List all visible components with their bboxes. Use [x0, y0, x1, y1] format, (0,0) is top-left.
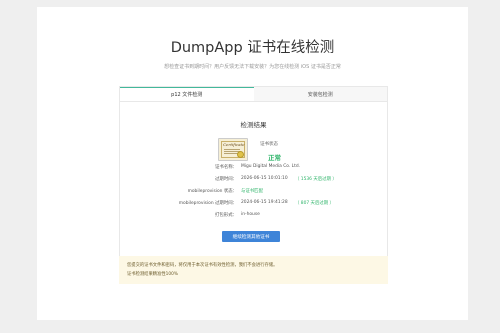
field-label-mp-status: mobileprovision 状态： — [187, 189, 237, 194]
tab-package-check[interactable]: 安装包检测 — [253, 87, 387, 101]
field-label-expiry: 过期时间： — [215, 177, 237, 182]
notice-line-2: 证书检测结果精准性100% — [127, 272, 178, 277]
field-value-package-type: in-house — [241, 212, 260, 217]
field-value-expiry: 2026-06-15 10:01:10 — [241, 176, 288, 181]
field-value-cert-name: Migu Digital Media Co. Ltd. — [241, 164, 301, 169]
field-extra-mp-status: 与证书匹配 — [241, 189, 263, 194]
result-panel: 检测结果 Certificate 证书状态 正常 证书名称： Migu Digi… — [119, 101, 388, 281]
page-subtitle: 想检查证书到期时间？用户反馈无法下载安装？为您在线检测 iOS 证书是否正常 — [164, 64, 341, 70]
field-value-mp-expiry: 2024-06-15 19:41:28 — [241, 200, 288, 205]
certificate-icon: Certificate — [218, 138, 248, 161]
field-label-mp-expiry: mobileprovision 过期时间： — [178, 201, 237, 206]
page-title: DumpApp 证书在线检测 — [170, 40, 335, 56]
notice-line-1: 您提交的证书文件和密码，将仅用于本次证书有效性检测，我们不会进行存储。 — [127, 263, 278, 268]
field-label-cert-name: 证书名称： — [215, 165, 237, 170]
field-extra-mp-expiry: （ 807 天后过期 ） — [295, 201, 334, 206]
field-label-package-type: 打包形式： — [215, 213, 237, 218]
check-other-cert-button[interactable]: 继续检测其他证书 — [222, 231, 280, 242]
status-label: 证书状态 — [260, 142, 278, 147]
main-card: DumpApp 证书在线检测 想检查证书到期时间？用户反馈无法下载安装？为您在线… — [37, 7, 468, 320]
tab-p12-check[interactable]: p12 文件检测 — [120, 87, 254, 101]
privacy-notice: 您提交的证书文件和密码，将仅用于本次证书有效性检测，我们不会进行存储。 证书检测… — [119, 256, 388, 284]
tab-bar: p12 文件检测 安装包检测 — [119, 86, 388, 101]
status-value: 正常 — [268, 154, 281, 162]
field-extra-expiry: （ 1536 天后过期 ） — [295, 177, 337, 182]
result-title: 检测结果 — [240, 121, 267, 129]
